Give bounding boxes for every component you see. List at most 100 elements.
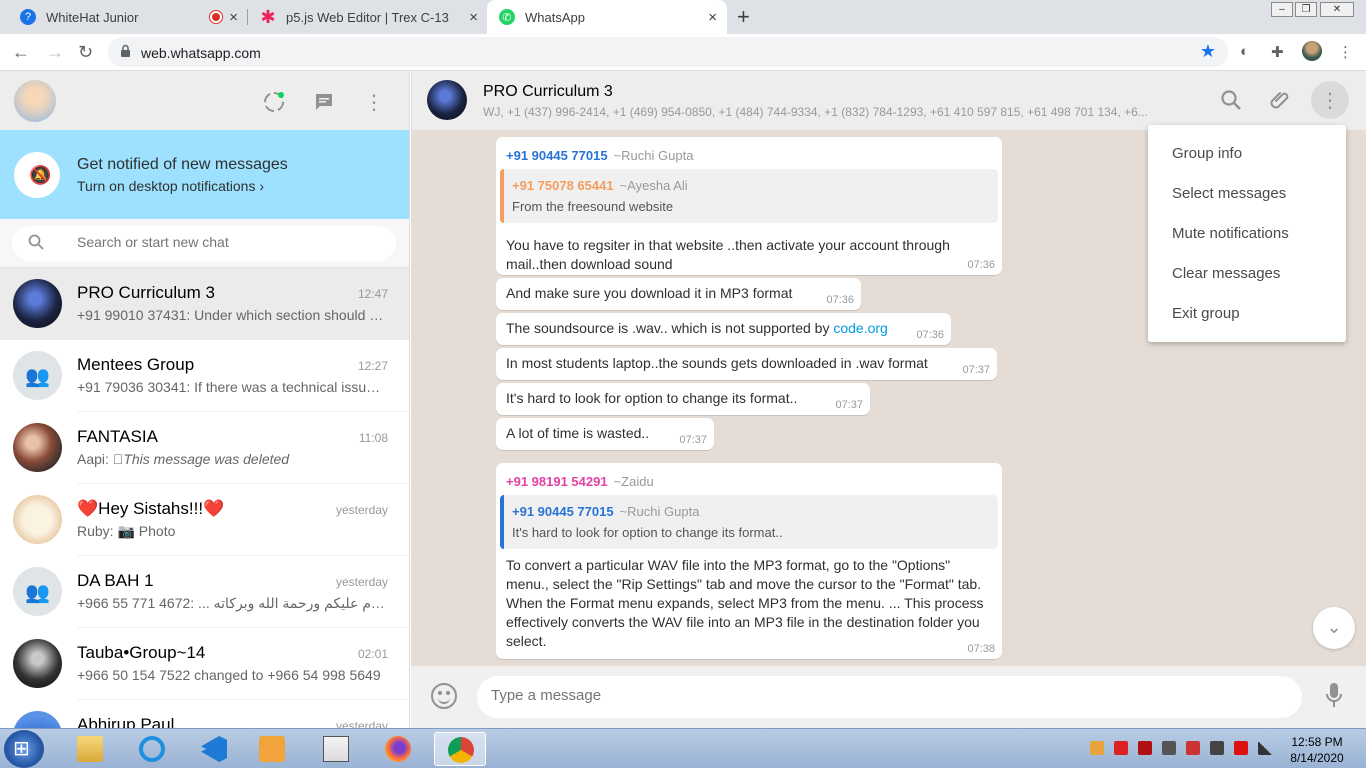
close-window-button[interactable]: ✕ [1320, 2, 1354, 17]
tray-pdf-icon[interactable] [1138, 741, 1152, 755]
chat-name: Tauba•Group~14 [77, 643, 206, 662]
profile-avatar[interactable] [1302, 41, 1322, 61]
message-bubble[interactable]: +91 90445 77015 ~Ruchi Gupta +91 75078 65… [496, 137, 1002, 275]
menu-item-clear-messages[interactable]: Clear messages [1148, 254, 1346, 294]
url-text: web.whatsapp.com [141, 45, 261, 61]
message-input-box[interactable] [477, 676, 1302, 718]
conversation-menu-icon[interactable]: ⋮ [1318, 88, 1342, 112]
microphone-icon[interactable] [1324, 682, 1344, 710]
tab-whatsapp[interactable]: ✆ WhatsApp × [487, 0, 727, 34]
sender-phone[interactable]: +91 98191 54291 [506, 474, 608, 489]
taskbar-ie[interactable] [126, 732, 178, 766]
quote-phone: +91 90445 77015 [512, 504, 614, 519]
tray-usb-icon[interactable] [1162, 741, 1176, 755]
emoji-icon[interactable] [431, 683, 457, 709]
menu-item-select-messages[interactable]: Select messages [1148, 174, 1346, 214]
search-messages-icon[interactable] [1219, 88, 1243, 112]
conversation-header[interactable]: PRO Curriculum 3 WJ, +1 (437) 996-2414, … [411, 71, 1366, 130]
reload-icon[interactable]: ↻ [78, 42, 93, 63]
minimize-button[interactable]: – [1271, 2, 1293, 17]
chat-time: 11:08 [358, 431, 388, 445]
attach-icon[interactable] [1269, 88, 1293, 112]
chat-name: PRO Curriculum 3 [77, 283, 215, 302]
sender-name: ~Ruchi Gupta [613, 148, 694, 163]
chat-time: 12:47 [357, 287, 388, 301]
message-bubble[interactable]: +91 98191 54291 ~Zaidu +91 90445 77015 ~Ru… [496, 463, 1002, 659]
chat-item[interactable]: 👥 Mentees Group 12:27 +91 79036 30341: I… [0, 340, 409, 412]
tray-battery-icon[interactable] [1210, 741, 1224, 755]
chat-item[interactable]: FANTASIA 11:08 Aapi: ⃠This message was d… [0, 412, 409, 484]
tab-title: WhiteHat Junior [46, 9, 139, 25]
message-link[interactable]: code.org [833, 320, 887, 336]
new-chat-icon[interactable] [312, 90, 336, 114]
notification-link[interactable]: Turn on desktop notifications › [77, 178, 264, 194]
message-line: To convert a particular WAV file into th… [506, 557, 951, 573]
tab-p5js[interactable]: ✱ p5.js Web Editor | Trex C-13 × [248, 0, 488, 34]
extension-circle-icon[interactable]: ◐ [1240, 43, 1249, 60]
notification-banner[interactable]: 🔕 Get notified of new messages Turn on d… [0, 130, 409, 219]
quoted-message[interactable]: +91 90445 77015 ~Ruchi Gupta It's hard to… [500, 495, 998, 549]
chrome-menu-icon[interactable]: ⋮ [1338, 43, 1353, 61]
message-input[interactable] [491, 687, 1271, 704]
taskbar-vscode[interactable] [188, 732, 240, 766]
quoted-message[interactable]: +91 75078 65441 ~Ayesha Ali From the free… [500, 169, 998, 223]
new-tab-button[interactable]: + [737, 4, 750, 30]
back-icon[interactable]: ← [12, 42, 30, 63]
group-avatar[interactable] [427, 80, 467, 120]
chat-name: DA BAH 1 [77, 571, 154, 590]
taskbar-notepad[interactable] [310, 732, 362, 766]
taskbar-media[interactable] [246, 732, 298, 766]
address-bar[interactable]: web.whatsapp.com ★ [108, 37, 1228, 67]
tab-close-button[interactable]: × [469, 9, 478, 26]
message-bubble[interactable]: The soundsource is .wav.. which is not s… [496, 313, 951, 345]
chat-item[interactable]: ❤️Hey Sistahs!!!❤️ yesterday Ruby: 📷 Pho… [0, 484, 409, 556]
chat-avatar [13, 711, 62, 728]
quote-name: ~Ayesha Ali [619, 178, 688, 193]
search-input[interactable] [77, 234, 377, 250]
group-avatar-icon: 👥 [13, 351, 62, 400]
message-text: In most students laptop..the sounds gets… [506, 355, 928, 371]
tab-whitehat[interactable]: ? WhiteHat Junior × [8, 0, 248, 34]
menu-item-mute-notifications[interactable]: Mute notifications [1148, 214, 1346, 254]
bookmark-star-icon[interactable]: ★ [1200, 41, 1216, 62]
message-bubble[interactable]: It's hard to look for option to change i… [496, 383, 870, 415]
tray-flag-icon[interactable] [1186, 741, 1200, 755]
tray-network-icon[interactable] [1258, 741, 1272, 755]
my-avatar[interactable] [14, 80, 56, 122]
tray-antivirus-icon[interactable] [1234, 741, 1248, 755]
chat-item[interactable]: Tauba•Group~14 02:01 +966 50 154 7522 ch… [0, 628, 409, 700]
taskbar-explorer[interactable] [64, 732, 116, 766]
composer [411, 666, 1366, 728]
chat-item[interactable]: 👥 DA BAH 1 yesterday +966 55 771 4672: .… [0, 556, 409, 628]
message-bubble[interactable]: In most students laptop..the sounds gets… [496, 348, 997, 380]
clock-time: 12:58 PM [1291, 735, 1343, 749]
notepad-icon [323, 736, 349, 762]
scroll-down-button[interactable]: ⌄ [1313, 607, 1355, 649]
tab-close-button[interactable]: × [229, 9, 238, 26]
chat-name: Abhirup Paul [77, 715, 175, 728]
menu-item-exit-group[interactable]: Exit group [1148, 294, 1346, 334]
forward-icon[interactable]: → [46, 42, 64, 63]
start-button[interactable]: ⊞ [4, 730, 44, 768]
sender-phone[interactable]: +91 90445 77015 [506, 148, 608, 163]
search-box[interactable] [12, 226, 396, 261]
menu-icon[interactable]: ⋮ [362, 90, 386, 114]
status-icon[interactable] [262, 90, 286, 114]
maximize-button[interactable]: ❐ [1295, 2, 1317, 17]
message-bubble[interactable]: A lot of time is wasted.. 07:37 [496, 418, 714, 450]
taskbar-firefox[interactable] [372, 732, 424, 766]
chat-item[interactable]: PRO Curriculum 3 12:47 +91 99010 37431: … [0, 268, 409, 340]
menu-item-group-info[interactable]: Group info [1148, 134, 1346, 174]
message-line: You have to regsiter in that website ..t… [506, 237, 950, 253]
chat-name: Mentees Group [77, 355, 195, 374]
chat-item[interactable]: Abhirup Paul yesterday [0, 700, 409, 728]
system-clock[interactable]: 12:58 PM 8/14/2020 [1285, 734, 1349, 766]
tab-close-button[interactable]: × [708, 9, 717, 26]
tray-flash-icon[interactable] [1114, 741, 1128, 755]
search-bar [0, 219, 409, 268]
extensions-puzzle-icon[interactable]: ✚ [1271, 43, 1284, 61]
tray-app-icon[interactable] [1090, 741, 1104, 755]
taskbar-chrome[interactable] [434, 732, 486, 766]
browser-toolbar: ← → ↻ web.whatsapp.com ★ ◐ ✚ ⋮ [0, 34, 1366, 71]
message-bubble[interactable]: And make sure you download it in MP3 for… [496, 278, 861, 310]
